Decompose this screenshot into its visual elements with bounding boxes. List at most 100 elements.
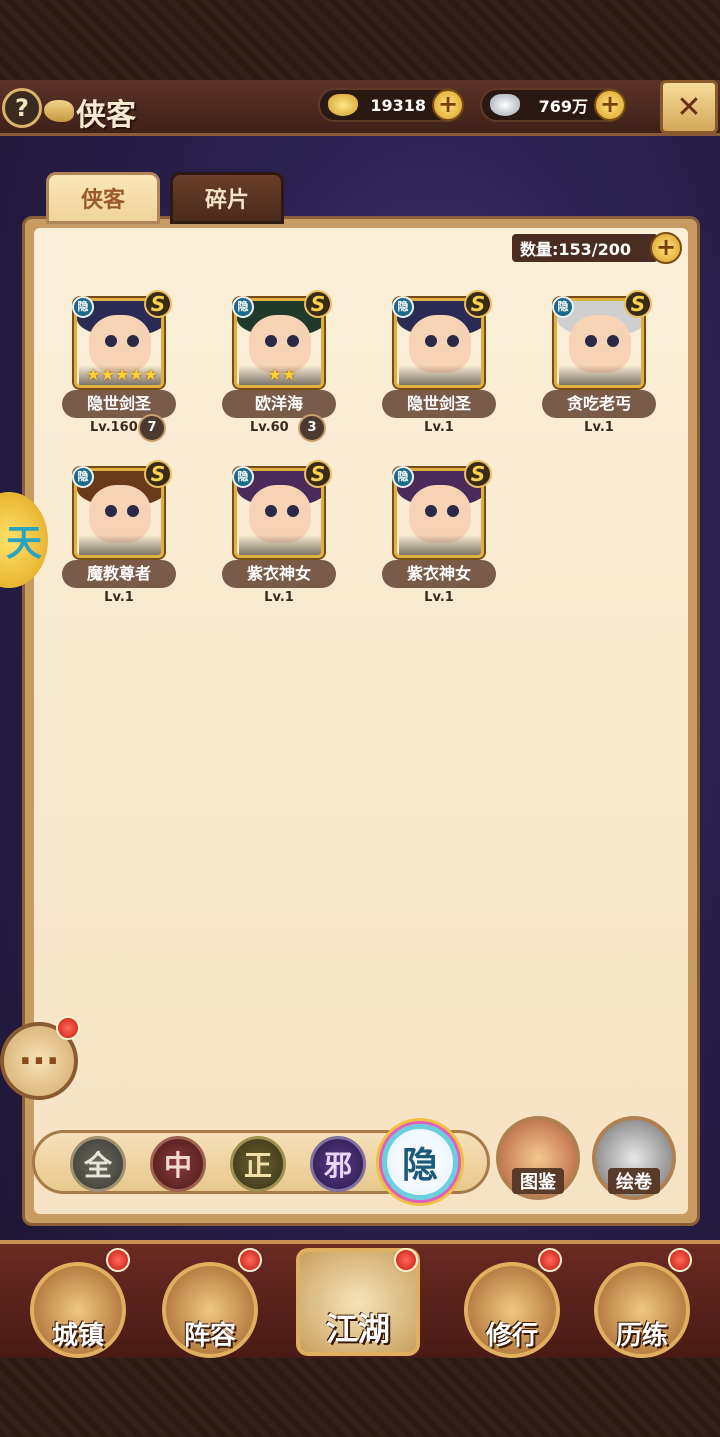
hero-card[interactable]: 隐 S 魔教尊者 Lv.1: [62, 460, 176, 612]
notification-dot: [56, 1016, 80, 1040]
tab-heroes[interactable]: 侠客: [46, 172, 160, 224]
nav-experience[interactable]: 历练: [594, 1262, 690, 1358]
hero-card[interactable]: 隐 S 贪吃老丐 Lv.1: [542, 290, 656, 442]
hero-count: 数量:153/200: [512, 234, 658, 262]
gold-ingot-icon: [328, 94, 358, 116]
hero-eye: [287, 335, 299, 347]
cloud-ornament-icon: [44, 100, 74, 122]
hidden-faction-badge: 隐: [232, 296, 254, 318]
nav-team-label: 阵容: [183, 1321, 236, 1351]
hero-name: 魔教尊者: [62, 560, 176, 588]
hidden-faction-badge: 隐: [232, 466, 254, 488]
grade-s-icon: S: [144, 290, 172, 318]
grade-s-icon: S: [304, 460, 332, 488]
filter-evil[interactable]: 邪: [310, 1136, 366, 1192]
hero-eye: [287, 505, 299, 517]
star-rating: [399, 535, 481, 555]
hero-name: 紫衣神女: [382, 560, 496, 588]
filter-hidden[interactable]: 隐: [382, 1124, 458, 1200]
star-rating: ★★: [239, 365, 321, 385]
star-rating: [559, 365, 641, 385]
grade-s-icon: S: [624, 290, 652, 318]
notification-dot: [668, 1248, 692, 1272]
crossed-swords-icon: ✕: [676, 89, 702, 125]
hero-card[interactable]: 隐 S 紫衣神女 Lv.1: [382, 460, 496, 612]
gold-currency: 19318 +: [318, 88, 464, 122]
hero-eye: [105, 505, 117, 517]
hero-eye: [265, 335, 277, 347]
scroll-gallery-button[interactable]: 绘卷: [592, 1116, 676, 1200]
star-rating: [79, 535, 161, 555]
hero-eye: [127, 335, 139, 347]
hero-eye: [447, 505, 459, 517]
question-icon[interactable]: ?: [2, 88, 42, 128]
close-button[interactable]: ✕: [660, 80, 718, 134]
add-silver-button[interactable]: +: [594, 89, 626, 121]
hero-level: Lv.1: [584, 420, 614, 435]
hidden-faction-badge: 隐: [392, 466, 414, 488]
chat-bubble-icon: ···: [18, 1040, 60, 1082]
nav-team[interactable]: 阵容: [162, 1262, 258, 1358]
nav-train[interactable]: 修行: [464, 1262, 560, 1358]
hero-card[interactable]: 隐 S 紫衣神女 Lv.1: [222, 460, 336, 612]
hidden-faction-badge: 隐: [72, 466, 94, 488]
filter-all[interactable]: 全: [70, 1136, 126, 1192]
hero-card[interactable]: 隐 S 隐世剑圣 Lv.1: [382, 290, 496, 442]
hero-name: 紫衣神女: [222, 560, 336, 588]
tab-fragments[interactable]: 碎片: [170, 172, 284, 224]
nav-experience-label: 历练: [615, 1321, 668, 1351]
notification-dot: [538, 1248, 562, 1272]
hero-eye: [127, 505, 139, 517]
hero-eye: [447, 335, 459, 347]
grade-s-icon: S: [144, 460, 172, 488]
grade-s-icon: S: [464, 290, 492, 318]
nav-town[interactable]: 城镇: [30, 1262, 126, 1358]
star-rating: [239, 535, 321, 555]
hero-card[interactable]: ★★★★★ 隐 S 隐世剑圣 Lv.160 7: [62, 290, 176, 442]
filter-neutral[interactable]: 中: [150, 1136, 206, 1192]
hero-name: 欧洋海: [222, 390, 336, 418]
top-border: [0, 0, 720, 80]
encyclopedia-button[interactable]: 图鉴: [496, 1116, 580, 1200]
hero-card[interactable]: ★★ 隐 S 欧洋海 Lv.60 3: [222, 290, 336, 442]
hero-eye: [425, 505, 437, 517]
hero-eye: [425, 335, 437, 347]
encyclopedia-label: 图鉴: [512, 1168, 564, 1194]
hero-level: Lv.1: [424, 590, 454, 605]
silver-value: 769万: [538, 97, 588, 116]
star-rating: ★★★★★: [79, 365, 161, 385]
nav-jianghu-label: 江湖: [325, 1310, 390, 1348]
add-gold-button[interactable]: +: [432, 89, 464, 121]
hidden-faction-badge: 隐: [552, 296, 574, 318]
expand-capacity-button[interactable]: +: [650, 232, 682, 264]
scroll-gallery-label: 绘卷: [608, 1168, 660, 1194]
hero-eye: [265, 505, 277, 517]
nav-town-label: 城镇: [51, 1321, 104, 1351]
silver-ingot-icon: [490, 94, 520, 116]
hero-name: 隐世剑圣: [62, 390, 176, 418]
nav-train-label: 修行: [485, 1321, 538, 1351]
grade-s-icon: S: [464, 460, 492, 488]
gold-value: 19318: [370, 95, 426, 115]
hero-eye: [105, 335, 117, 347]
hidden-faction-badge: 隐: [72, 296, 94, 318]
awaken-count-badge: 7: [138, 414, 166, 442]
hero-name: 贪吃老丐: [542, 390, 656, 418]
hero-level: Lv.1: [104, 590, 134, 605]
filter-righteous[interactable]: 正: [230, 1136, 286, 1192]
hidden-faction-badge: 隐: [392, 296, 414, 318]
notification-dot: [394, 1248, 418, 1272]
awaken-count-badge: 3: [298, 414, 326, 442]
notification-dot: [106, 1248, 130, 1272]
silver-currency: 769万 +: [480, 88, 626, 122]
hero-eye: [585, 335, 597, 347]
hero-level: Lv.1: [424, 420, 454, 435]
notification-dot: [238, 1248, 262, 1272]
hero-level: Lv.1: [264, 590, 294, 605]
grade-s-icon: S: [304, 290, 332, 318]
bottom-border: [0, 1358, 720, 1437]
hero-eye: [607, 335, 619, 347]
hero-name: 隐世剑圣: [382, 390, 496, 418]
page-title: 侠客: [76, 98, 136, 133]
star-rating: [399, 365, 481, 385]
